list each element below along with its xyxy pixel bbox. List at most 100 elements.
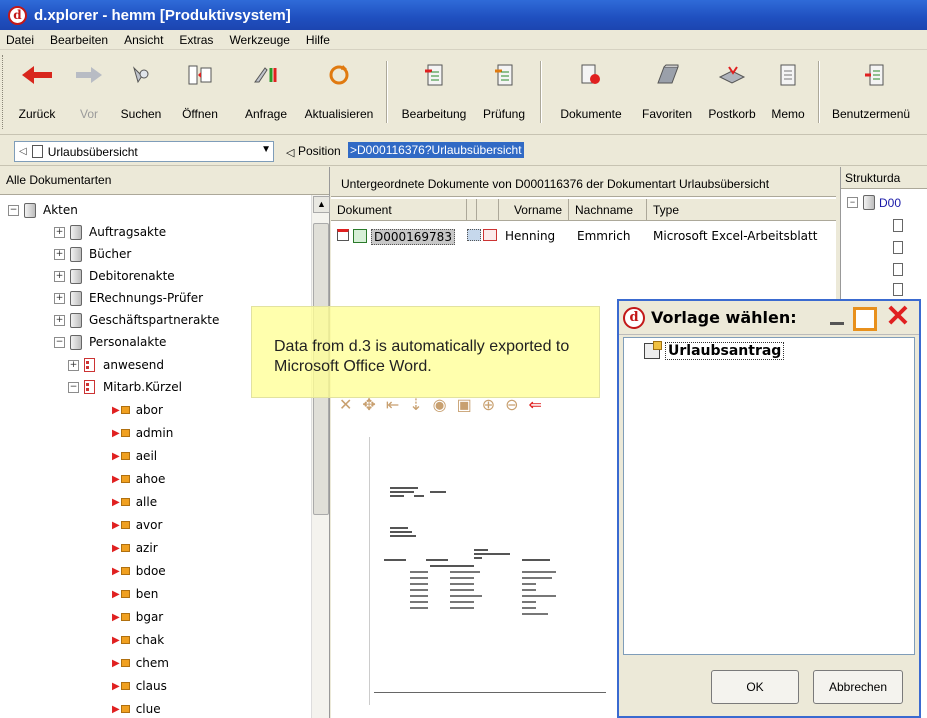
column-icon-2[interactable] [477, 199, 499, 221]
tree-leaf[interactable]: ▶ bgar [112, 606, 163, 628]
chevron-down-icon[interactable]: ▼ [261, 144, 271, 155]
move-icon[interactable]: ✥ [362, 395, 375, 415]
expand-icon[interactable]: + [54, 314, 65, 326]
tree-label: azir [135, 541, 158, 555]
structure-doc-icon[interactable] [893, 263, 903, 276]
user-menu-button[interactable]: Benutzermenü [824, 55, 927, 129]
edit-button[interactable]: Bearbeitung [396, 55, 472, 129]
tree-scrollbar[interactable]: ▲ [311, 195, 330, 718]
collapse-icon[interactable]: − [8, 204, 19, 216]
tree-leaf[interactable]: ▶ abor [112, 399, 163, 421]
leaf-folder-icon [120, 636, 130, 644]
tree-node-folder[interactable]: + ERechnungs-Prüfer [54, 287, 203, 309]
forward-button[interactable]: Vor [74, 55, 104, 129]
cancel-button[interactable]: Abbrechen [813, 670, 903, 704]
tree-leaf[interactable]: ▶ bdoe [112, 560, 166, 582]
collapse-icon[interactable]: − [847, 197, 858, 208]
folder-icon [70, 334, 82, 350]
documents-icon [579, 55, 603, 95]
expand-icon[interactable]: + [68, 359, 79, 371]
favorites-button[interactable]: Favoriten [634, 55, 700, 129]
tree-leaf[interactable]: ▶ chem [112, 652, 169, 674]
toolbar-grip[interactable] [2, 55, 5, 129]
expand-icon[interactable]: + [54, 226, 65, 238]
structure-doc-icon[interactable] [893, 219, 903, 232]
collapse-icon[interactable]: − [54, 336, 65, 348]
doctype-combo[interactable]: ◁ Urlaubsübersicht ▼ [14, 141, 274, 162]
refresh-button[interactable]: Aktualisieren [300, 55, 378, 129]
zoom-fit-icon[interactable]: ✕ [339, 395, 352, 415]
preview-page-lines [384, 487, 556, 615]
next-page-icon[interactable]: ⇣ [409, 395, 422, 415]
tree-node-personalakte[interactable]: − Personalakte [54, 331, 166, 353]
tree-leaf[interactable]: ▶ ahoe [112, 468, 165, 490]
open-button[interactable]: Öffnen [176, 55, 224, 129]
tree-label: claus [135, 679, 167, 693]
tree-node-mitarb-kuerzel[interactable]: − Mitarb.Kürzel [68, 376, 182, 398]
leaf-arrow-icon: ▶ [112, 427, 120, 439]
scroll-up-icon[interactable]: ▲ [313, 196, 330, 213]
tree-leaf[interactable]: ▶ ben [112, 583, 158, 605]
column-type[interactable]: Type [647, 199, 836, 221]
tree-node-folder[interactable]: + Auftragsakte [54, 221, 166, 243]
tree-node-anwesend[interactable]: + anwesend [68, 354, 164, 376]
nav-back-small-icon[interactable]: ◁ [19, 146, 27, 157]
menu-ansicht[interactable]: Ansicht [124, 33, 163, 47]
expand-icon[interactable]: + [54, 292, 65, 304]
prev-page-icon[interactable]: ⇤ [386, 395, 399, 415]
zoom-out-icon[interactable]: ⊖ [505, 395, 518, 415]
tree-label: Mitarb.Kürzel [103, 380, 182, 394]
back-button[interactable]: Zurück [12, 55, 62, 129]
tree-node-akten[interactable]: − Akten [8, 199, 78, 221]
menu-werkzeuge[interactable]: Werkzeuge [229, 33, 289, 47]
position-arrow-icon[interactable]: ◁ [286, 146, 294, 159]
ok-button[interactable]: OK [711, 670, 799, 704]
tree-leaf[interactable]: ▶ claus [112, 675, 167, 697]
structure-doc-icon[interactable] [893, 283, 903, 296]
fullpage-icon[interactable]: ▣ [457, 395, 472, 415]
structure-doc-icon[interactable] [893, 241, 903, 254]
check-button[interactable]: Prüfung [478, 55, 530, 129]
memo-icon [778, 55, 798, 95]
menu-hilfe[interactable]: Hilfe [306, 33, 330, 47]
expand-icon[interactable]: + [54, 248, 65, 260]
toolbar-separator [818, 61, 820, 123]
export-icon[interactable]: ⇐ [529, 395, 542, 415]
menu-extras[interactable]: Extras [179, 33, 213, 47]
tree-node-folder[interactable]: + Debitorenakte [54, 265, 175, 287]
tree-label: chem [135, 656, 169, 670]
menu-bearbeiten[interactable]: Bearbeiten [50, 33, 108, 47]
column-vorname[interactable]: Vorname [499, 199, 569, 221]
close-icon[interactable]: ✕ [883, 302, 913, 333]
tree-leaf[interactable]: ▶ chak [112, 629, 164, 651]
memo-button[interactable]: Memo [766, 55, 810, 129]
position-field[interactable]: >D000116376?Urlaubsübersicht [348, 142, 524, 158]
column-icon-1[interactable] [467, 199, 477, 221]
tree-node-folder[interactable]: + Geschäftspartnerakte [54, 309, 219, 331]
leaf-folder-icon [120, 567, 130, 575]
zoom-icon[interactable]: ◉ [433, 395, 447, 415]
expand-icon[interactable]: + [54, 270, 65, 282]
row-document-id[interactable]: D000169783 [371, 229, 455, 245]
tree-leaf[interactable]: ▶ admin [112, 422, 173, 444]
documents-button[interactable]: Dokumente [552, 55, 630, 129]
table-row[interactable]: D000169783 Henning Emmrich Microsoft Exc… [335, 227, 835, 247]
tree-leaf[interactable]: ▶ clue [112, 698, 161, 718]
minimize-icon[interactable] [827, 309, 847, 329]
menu-datei[interactable]: Datei [6, 33, 34, 47]
tree-leaf[interactable]: ▶ avor [112, 514, 162, 536]
tree-leaf[interactable]: ▶ aeil [112, 445, 157, 467]
column-dokument[interactable]: Dokument [331, 199, 467, 221]
collapse-icon[interactable]: − [68, 381, 79, 393]
query-button[interactable]: Anfrage [240, 55, 292, 129]
zoom-in-icon[interactable]: ⊕ [482, 395, 495, 415]
inbox-button[interactable]: Postkorb [704, 55, 760, 129]
search-button[interactable]: Suchen [116, 55, 166, 129]
structure-root[interactable]: − D00 [847, 195, 901, 210]
list-item[interactable]: Urlaubsantrag [644, 341, 785, 360]
tree-leaf[interactable]: ▶ alle [112, 491, 157, 513]
column-nachname[interactable]: Nachname [569, 199, 647, 221]
tree-node-folder[interactable]: + Bücher [54, 243, 131, 265]
tree-leaf[interactable]: ▶ azir [112, 537, 158, 559]
maximize-icon[interactable] [853, 307, 877, 331]
